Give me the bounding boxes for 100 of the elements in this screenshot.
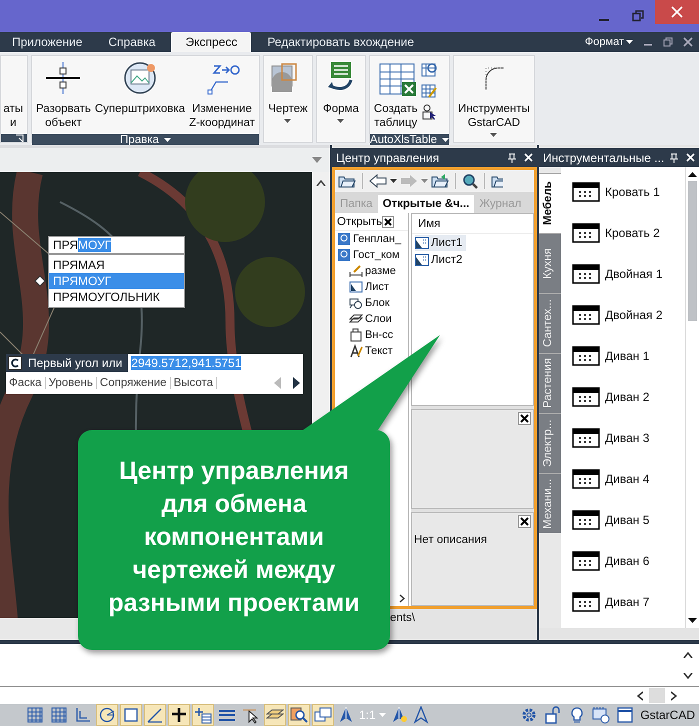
palette-tool[interactable]: Диван 1: [569, 335, 685, 376]
palette-tool[interactable]: Диван 6: [569, 540, 685, 581]
caret-icon[interactable]: [490, 133, 498, 137]
column-header[interactable]: Имя: [412, 214, 533, 234]
command-option[interactable]: Уровень: [46, 377, 97, 389]
palette-tab[interactable]: Мебель: [539, 173, 561, 233]
palette-tool[interactable]: Диван 5: [569, 499, 685, 540]
windows-icon[interactable]: [314, 706, 332, 724]
dialog-launcher-icon[interactable]: [15, 134, 24, 142]
scroll-right-icon[interactable]: [293, 377, 300, 389]
palette-tool[interactable]: Кровать 2: [569, 212, 685, 253]
tree-item[interactable]: Текст: [335, 343, 408, 359]
ribbon-button[interactable]: Разорвать объект: [35, 58, 92, 132]
panel-title[interactable]: AutoXlsTable: [370, 134, 450, 146]
ortho-icon[interactable]: [74, 706, 92, 724]
command-option[interactable]: Сопряжение: [96, 377, 171, 389]
close-icon[interactable]: [518, 412, 531, 425]
lock-icon[interactable]: [544, 706, 562, 724]
select-icon[interactable]: [420, 104, 437, 120]
table-refresh-icon[interactable]: [420, 62, 437, 78]
palette-tab[interactable]: Сантех...: [539, 293, 561, 353]
plus-table-icon[interactable]: [194, 706, 212, 724]
command-input[interactable]: ПРЯМОУГ: [48, 236, 185, 254]
ribbon-button[interactable]: Создать таблицу: [372, 58, 419, 132]
palette-tool[interactable]: Диван 4: [569, 458, 685, 499]
back-arrow-icon[interactable]: [369, 174, 387, 188]
scroll-up-icon[interactable]: [688, 171, 697, 177]
tree-item[interactable]: Вн-сс: [335, 327, 408, 343]
command-option[interactable]: Фаска: [6, 377, 46, 389]
caret-icon[interactable]: [626, 40, 633, 44]
autocomplete-item[interactable]: ПРЯМАЯ: [49, 257, 184, 273]
table-edit-icon[interactable]: [420, 83, 437, 99]
ribbon-tab[interactable]: Приложение: [2, 32, 92, 52]
autocomplete-item[interactable]: ПРЯМОУГОЛЬНИК: [49, 289, 184, 305]
window-icon[interactable]: [616, 706, 634, 724]
folder-up-icon[interactable]: [431, 173, 449, 189]
palette-tab[interactable]: Электр...: [539, 413, 561, 473]
caret-icon[interactable]: [284, 119, 292, 123]
tree-item[interactable]: Лист: [335, 279, 408, 295]
annotation-icon[interactable]: [412, 706, 430, 724]
settings-icon[interactable]: [520, 706, 538, 724]
scrollbar-thumb[interactable]: [688, 181, 697, 321]
tree-item[interactable]: Генплан_: [335, 231, 408, 247]
pin-icon[interactable]: [508, 152, 516, 162]
tree-item[interactable]: Блок: [335, 295, 408, 311]
scrollbar-thumb[interactable]: [649, 688, 665, 703]
palette-tab[interactable]: Растения: [539, 353, 561, 413]
palette-tab[interactable]: Кухня: [539, 233, 561, 293]
list-item[interactable]: Лист1: [415, 235, 466, 251]
palette-tool[interactable]: Кровать 1: [569, 171, 685, 212]
ribbon-tab[interactable]: Экспресс: [171, 32, 252, 52]
palette-tab[interactable]: Механи...: [539, 473, 561, 533]
palette-tool[interactable]: Двойная 2: [569, 294, 685, 335]
close-button[interactable]: [655, 0, 699, 24]
grid-icon[interactable]: [50, 706, 68, 724]
palette-tool[interactable]: Диван 2: [569, 376, 685, 417]
caret-icon[interactable]: [442, 138, 450, 142]
ribbon-button[interactable]: Изменение Z-координат: [188, 58, 256, 132]
caret-icon[interactable]: [164, 138, 171, 142]
ribbon-button[interactable]: Суперштриховка: [94, 58, 186, 118]
scroll-up-icon[interactable]: [683, 652, 693, 658]
tree-item[interactable]: Слои: [335, 311, 408, 327]
tree-item[interactable]: разме: [335, 263, 408, 279]
ribbon-button[interactable]: Чертеж: [266, 58, 309, 125]
list-item[interactable]: Лист2: [415, 252, 530, 268]
scroll-right-icon[interactable]: [399, 594, 405, 602]
scroll-left-icon[interactable]: [637, 690, 643, 700]
palette-tool[interactable]: Диван 7: [569, 581, 685, 622]
dropdown-icon[interactable]: [312, 157, 322, 163]
caret-icon[interactable]: [390, 179, 397, 183]
palette-tool[interactable]: Двойная 1: [569, 253, 685, 294]
panel-tab[interactable]: Открытые &ч...: [378, 195, 474, 213]
scroll-down-icon[interactable]: [683, 672, 693, 678]
scroll-right-icon[interactable]: [671, 690, 677, 700]
scroll-up-icon[interactable]: [316, 180, 326, 186]
ribbon-button[interactable]: Инструменты GstarCAD: [457, 58, 531, 139]
rectangle-icon[interactable]: [122, 706, 140, 724]
grid-icon[interactable]: [26, 706, 44, 724]
zoom-icon[interactable]: [290, 706, 308, 724]
polar-icon[interactable]: [98, 706, 116, 724]
command-option[interactable]: Высота: [170, 377, 218, 389]
search-icon[interactable]: [462, 173, 478, 189]
close-icon[interactable]: [518, 515, 531, 528]
ribbon-tab[interactable]: Справка: [98, 32, 166, 52]
pin-icon[interactable]: [670, 152, 678, 162]
restore-icon[interactable]: [663, 37, 673, 47]
angle-icon[interactable]: [146, 706, 164, 724]
format-menu[interactable]: Формат: [584, 36, 633, 48]
annotation-icon[interactable]: [337, 706, 355, 724]
ribbon-tab[interactable]: Редактировать вхождение: [257, 32, 424, 52]
cross-icon[interactable]: [170, 706, 188, 724]
tree-item[interactable]: Гост_ком: [335, 247, 408, 263]
scroll-down-icon[interactable]: [688, 618, 697, 624]
restore-icon[interactable]: [632, 10, 644, 22]
monitor-icon[interactable]: [592, 706, 610, 724]
close-icon[interactable]: [382, 216, 394, 228]
ribbon-button[interactable]: аты и: [2, 58, 24, 132]
ribbon-button[interactable]: Форма: [320, 58, 362, 125]
caret-icon[interactable]: [337, 119, 344, 123]
palette-tool[interactable]: Диван 3: [569, 417, 685, 458]
